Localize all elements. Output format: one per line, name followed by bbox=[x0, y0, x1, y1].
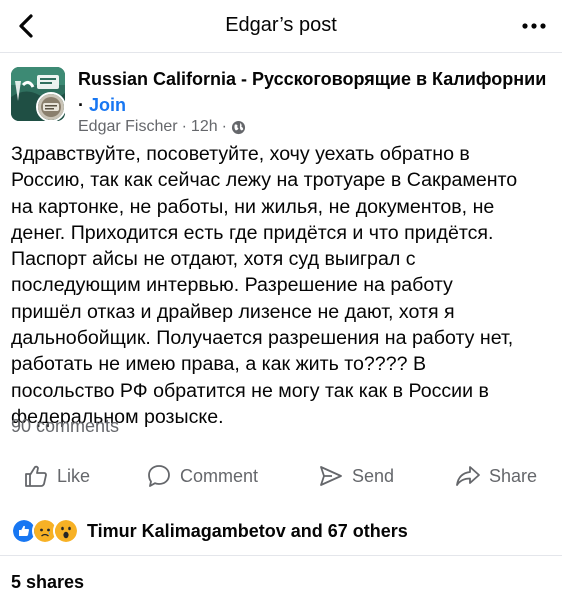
post-text-line: Паспорт айсы не отдают, хотя суд выиграл… bbox=[11, 248, 416, 271]
comment-icon bbox=[148, 465, 170, 487]
post-text-line: последующим интервью. Разрешение на рабо… bbox=[11, 274, 453, 297]
globe-icon bbox=[231, 120, 246, 134]
post-text-line: дальнобойщик. Получается разрешения на р… bbox=[11, 327, 514, 350]
comment-label: Comment bbox=[180, 465, 259, 486]
more-options-button[interactable] bbox=[520, 16, 548, 36]
reactions-summary[interactable]: Timur Kalimagambetov and 67 others bbox=[11, 518, 408, 544]
like-button[interactable]: Like bbox=[23, 456, 90, 496]
author-avatar[interactable] bbox=[36, 92, 66, 122]
join-button[interactable]: Join bbox=[89, 95, 126, 115]
meta-separator-2: · bbox=[221, 118, 227, 135]
more-horizontal-icon bbox=[522, 23, 546, 29]
meta-separator: · bbox=[181, 118, 187, 135]
reactions-text: Timur Kalimagambetov and 67 others bbox=[87, 520, 408, 541]
share-button[interactable]: Share bbox=[455, 456, 537, 496]
shares-count[interactable]: 5 shares bbox=[11, 572, 84, 593]
divider bbox=[0, 555, 562, 556]
like-icon bbox=[25, 465, 47, 487]
post-time[interactable]: 12h bbox=[191, 118, 218, 136]
send-button[interactable]: Send bbox=[318, 456, 394, 496]
send-label: Send bbox=[352, 465, 395, 486]
post-text-line: Россию, так как сейчас лежу на тротуаре … bbox=[11, 169, 518, 192]
post-text-line: работать не имею права, а как жить то???… bbox=[11, 353, 427, 376]
author-avatar-image bbox=[38, 94, 64, 120]
reaction-icons bbox=[11, 518, 79, 544]
share-label: Share bbox=[489, 465, 538, 486]
share-icon bbox=[456, 466, 480, 486]
post-text-line: денег. Приходится есть где придётся и чт… bbox=[11, 221, 494, 244]
action-bar: Like Comment Send Share bbox=[0, 456, 562, 496]
page-title: Edgar’s post bbox=[225, 14, 337, 36]
send-icon bbox=[320, 466, 342, 486]
group-name[interactable]: Russian California - Русскоговорящие в К… bbox=[78, 69, 546, 89]
group-name-line: Russian California - Русскоговорящие в К… bbox=[78, 66, 548, 118]
post-text-line: пришёл отказ и драйвер лизенсе не дают, … bbox=[11, 300, 455, 323]
separator-dot: · bbox=[78, 95, 84, 115]
post-text: Здравствуйте, посоветуйте, хочу уехать о… bbox=[11, 141, 551, 430]
author-name[interactable]: Edgar Fischer bbox=[78, 118, 178, 136]
like-label: Like bbox=[57, 465, 91, 486]
post-text-line: Здравствуйте, посоветуйте, хочу уехать о… bbox=[11, 143, 470, 165]
wow-reaction-icon bbox=[53, 518, 79, 544]
post-text-line: посольство РФ обратится не могу так как … bbox=[11, 379, 489, 402]
post-text-line: на картонке, не работы, ни жилья, не док… bbox=[11, 195, 495, 218]
comment-button[interactable]: Comment bbox=[146, 456, 258, 496]
post-meta: Edgar Fischer · 12h · bbox=[78, 118, 246, 136]
top-bar: Edgar’s post bbox=[0, 0, 562, 53]
comments-count[interactable]: 90 comments bbox=[11, 416, 119, 437]
